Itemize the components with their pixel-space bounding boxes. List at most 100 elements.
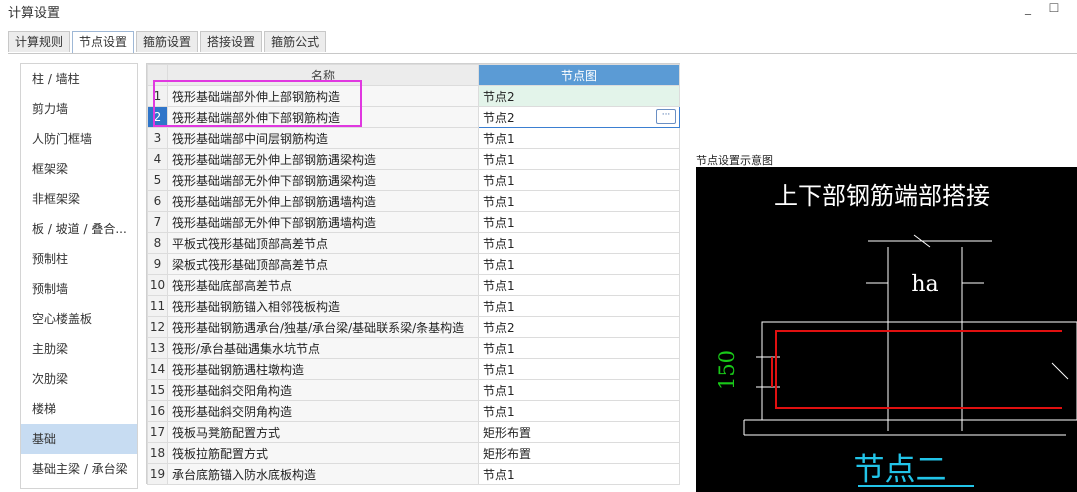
table-row[interactable]: 5 筏形基础端部无外伸下部钢筋遇梁构造 节点1 (147, 169, 680, 191)
row-name: 筏形基础钢筋锚入相邻筏板构造 (167, 295, 479, 317)
table-row[interactable]: 17 筏板马凳筋配置方式 矩形布置 (147, 421, 680, 443)
table-row[interactable]: 13 筏形/承台基础遇集水坑节点 节点1 (147, 337, 680, 359)
table-row[interactable]: 8 平板式筏形基础顶部高差节点 节点1 (147, 232, 680, 254)
row-number: 16 (147, 400, 168, 422)
sidebar-item-non-frame-beam[interactable]: 非框架梁 (21, 184, 137, 214)
sidebar-item-secondary-rib-beam[interactable]: 次肋梁 (21, 364, 137, 394)
sidebar-item-frame-beam[interactable]: 框架梁 (21, 154, 137, 184)
row-name: 筏形基础端部无外伸下部钢筋遇墙构造 (167, 211, 479, 233)
preview-label: 节点设置示意图 (696, 154, 773, 167)
header-node-diagram[interactable]: 节点图 (478, 64, 680, 86)
table-row[interactable]: 15 筏形基础斜交阳角构造 节点1 (147, 379, 680, 401)
row-node-editor[interactable]: 节点2 ··· (478, 106, 680, 128)
diagram-heading: 上下部钢筋端部搭接 (774, 182, 990, 210)
row-number: 8 (147, 232, 168, 254)
row-number: 14 (147, 358, 168, 380)
row-node-value[interactable]: 矩形布置 (478, 421, 680, 443)
row-node-value[interactable]: 节点1 (478, 211, 680, 233)
tab-calc-rules[interactable]: 计算规则 (8, 31, 71, 52)
sidebar-item-slab[interactable]: 板 / 坡道 / 叠合... (21, 214, 137, 244)
table-row[interactable]: 3 筏形基础端部中间层钢筋构造 节点1 (147, 127, 680, 149)
row-name: 筏形基础端部无外伸上部钢筋遇墙构造 (167, 190, 479, 212)
row-number: 7 (147, 211, 168, 233)
settings-table: 名称 节点图 1 筏形基础端部外伸上部钢筋构造 节点2 2 筏形基础端部外伸下部… (147, 64, 680, 485)
row-name: 筏形基础斜交阴角构造 (167, 400, 479, 422)
row-name: 筏板拉筋配置方式 (167, 442, 479, 464)
node-diagram-preview: 上下部钢筋端部搭接 ha 150 节点二 (696, 167, 1077, 492)
row-node-value[interactable]: 节点1 (478, 148, 680, 170)
row-node-value[interactable]: 矩形布置 (478, 442, 680, 464)
row-node-value[interactable]: 节点1 (478, 463, 680, 485)
row-number: 10 (147, 274, 168, 296)
row-node-value[interactable]: 节点1 (478, 295, 680, 317)
row-node-value[interactable]: 节点1 (478, 169, 680, 191)
row-name: 筏形/承台基础遇集水坑节点 (167, 337, 479, 359)
row-node-value[interactable]: 节点1 (478, 379, 680, 401)
row-name: 筏形基础钢筋遇承台/独基/承台梁/基础联系梁/条基构造 (167, 316, 479, 338)
table-row[interactable]: 16 筏形基础斜交阴角构造 节点1 (147, 400, 680, 422)
row-number: 18 (147, 442, 168, 464)
row-name: 梁板式筏形基础顶部高差节点 (167, 253, 479, 275)
row-node-value[interactable]: 节点1 (478, 127, 680, 149)
node-diagram: 上下部钢筋端部搭接 ha 150 节点二 (715, 182, 1077, 488)
row-name: 筏形基础端部无外伸上部钢筋遇梁构造 (167, 148, 479, 170)
row-name: 筏板马凳筋配置方式 (167, 421, 479, 443)
row-node-value[interactable]: 节点1 (478, 253, 680, 275)
title-bar: 计算设置 _ ☐ (0, 0, 1077, 24)
row-name: 承台底筋锚入防水底板构造 (167, 463, 479, 485)
row-name: 筏形基础端部中间层钢筋构造 (167, 127, 479, 149)
row-number: 13 (147, 337, 168, 359)
sidebar-item-stairs[interactable]: 楼梯 (21, 394, 137, 424)
table-row[interactable]: 12 筏形基础钢筋遇承台/独基/承台梁/基础联系梁/条基构造 节点2 (147, 316, 680, 338)
tab-stirrup-settings[interactable]: 箍筋设置 (136, 31, 199, 52)
row-node-value[interactable]: 节点2 (478, 316, 680, 338)
sidebar-item-hollow-slab[interactable]: 空心楼盖板 (21, 304, 137, 334)
tab-divider (8, 53, 1077, 54)
sidebar-item-precast-column[interactable]: 预制柱 (21, 244, 137, 274)
dimension-150: 150 (715, 350, 739, 390)
component-sidebar: 柱 / 墙柱 剪力墙 人防门框墙 框架梁 非框架梁 板 / 坡道 / 叠合...… (20, 63, 138, 489)
table-row[interactable]: 19 承台底筋锚入防水底板构造 节点1 (147, 463, 680, 485)
table-row[interactable]: 4 筏形基础端部无外伸上部钢筋遇梁构造 节点1 (147, 148, 680, 170)
sidebar-item-column[interactable]: 柱 / 墙柱 (21, 64, 137, 94)
sidebar-item-main-rib-beam[interactable]: 主肋梁 (21, 334, 137, 364)
row-node-value[interactable]: 节点2 (483, 111, 515, 125)
tab-lap-settings[interactable]: 搭接设置 (200, 31, 263, 52)
row-node-value[interactable]: 节点2 (478, 85, 680, 107)
row-node-value[interactable]: 节点1 (478, 400, 680, 422)
table-row[interactable]: 6 筏形基础端部无外伸上部钢筋遇墙构造 节点1 (147, 190, 680, 212)
diagram-caption: 节点二 (854, 452, 947, 488)
highlight-callout (153, 80, 362, 127)
row-node-value[interactable]: 节点1 (478, 232, 680, 254)
table-row[interactable]: 9 梁板式筏形基础顶部高差节点 节点1 (147, 253, 680, 275)
rebar-lines (771, 330, 1062, 409)
row-number: 3 (147, 127, 168, 149)
table-row[interactable]: 11 筏形基础钢筋锚入相邻筏板构造 节点1 (147, 295, 680, 317)
row-node-value[interactable]: 节点1 (478, 358, 680, 380)
row-number: 15 (147, 379, 168, 401)
sidebar-item-civil-defense-door-wall[interactable]: 人防门框墙 (21, 124, 137, 154)
row-node-value[interactable]: 节点1 (478, 337, 680, 359)
sidebar-item-shear-wall[interactable]: 剪力墙 (21, 94, 137, 124)
table-row[interactable]: 7 筏形基础端部无外伸下部钢筋遇墙构造 节点1 (147, 211, 680, 233)
row-number: 17 (147, 421, 168, 443)
tab-node-settings[interactable]: 节点设置 (72, 31, 135, 54)
row-name: 筏形基础底部高差节点 (167, 274, 479, 296)
maximize-button[interactable]: ☐ (1045, 0, 1063, 18)
sidebar-item-foundation[interactable]: 基础 (21, 424, 137, 454)
row-name: 筏形基础斜交阳角构造 (167, 379, 479, 401)
more-options-button[interactable]: ··· (656, 109, 676, 124)
minimize-button[interactable]: _ (1019, 0, 1037, 18)
window-title: 计算设置 (8, 6, 61, 21)
table-row[interactable]: 14 筏形基础钢筋遇柱墩构造 节点1 (147, 358, 680, 380)
table-row[interactable]: 10 筏形基础底部高差节点 节点1 (147, 274, 680, 296)
row-name: 平板式筏形基础顶部高差节点 (167, 232, 479, 254)
sidebar-item-foundation-beam[interactable]: 基础主梁 / 承台梁 (21, 454, 137, 484)
row-node-value[interactable]: 节点1 (478, 274, 680, 296)
row-number: 11 (147, 295, 168, 317)
table-row[interactable]: 18 筏板拉筋配置方式 矩形布置 (147, 442, 680, 464)
row-node-value[interactable]: 节点1 (478, 190, 680, 212)
tab-stirrup-formula[interactable]: 箍筋公式 (264, 31, 327, 52)
row-name: 筏形基础端部无外伸下部钢筋遇梁构造 (167, 169, 479, 191)
sidebar-item-precast-wall[interactable]: 预制墙 (21, 274, 137, 304)
